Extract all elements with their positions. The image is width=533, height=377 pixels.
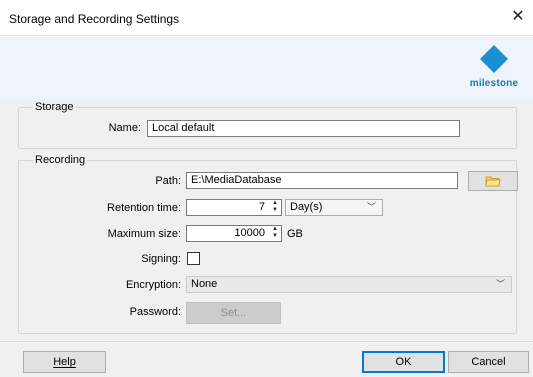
encryption-value: None — [191, 278, 218, 290]
maximum-size-spin-icon[interactable]: ▲ ▼ — [269, 226, 281, 241]
set-password-button[interactable]: Set... — [186, 302, 281, 324]
retention-unit-select[interactable]: Day(s) ﹀ — [285, 199, 383, 216]
milestone-diamond-icon — [480, 45, 508, 73]
signing-label: Signing: — [141, 253, 181, 265]
retention-time-label: Retention time: — [107, 202, 181, 214]
help-button-label: Help — [53, 356, 76, 368]
name-input[interactable]: Local default — [147, 120, 460, 137]
encryption-select[interactable]: None ﹀ — [186, 276, 512, 293]
signing-checkbox[interactable] — [187, 252, 200, 265]
storage-group: Storage Name: Local default — [18, 101, 517, 149]
help-button[interactable]: Help — [23, 351, 106, 373]
header-banner: milestone — [0, 35, 533, 100]
window-title: Storage and Recording Settings — [9, 12, 180, 26]
browse-button[interactable] — [468, 171, 518, 191]
close-icon[interactable]: ✕ — [509, 7, 527, 27]
maximum-size-label: Maximum size: — [107, 228, 181, 240]
path-label: Path: — [155, 175, 181, 187]
chevron-down-icon: ﹀ — [495, 279, 505, 289]
folder-icon — [485, 176, 501, 187]
name-label: Name: — [108, 122, 141, 134]
cancel-button[interactable]: Cancel — [448, 351, 529, 373]
logo-text: milestone — [469, 78, 519, 89]
recording-group: Recording Path: E:\MediaDatabase Retenti… — [18, 154, 518, 334]
maximum-size-value: 10000 — [234, 227, 265, 239]
milestone-logo: milestone — [466, 44, 522, 90]
ok-button[interactable]: OK — [362, 351, 445, 373]
maximum-size-unit: GB — [287, 228, 303, 240]
retention-spin-icon[interactable]: ▲ ▼ — [269, 200, 281, 215]
password-label: Password: — [129, 306, 181, 318]
storage-group-label: Storage — [33, 101, 76, 113]
maximum-size-input[interactable]: 10000 ▲ ▼ — [186, 225, 282, 242]
dialog-footer: Help OK Cancel — [0, 341, 533, 377]
retention-unit-value: Day(s) — [290, 201, 323, 213]
chevron-down-icon: ﹀ — [366, 202, 376, 212]
recording-group-label: Recording — [33, 154, 88, 166]
retention-time-input[interactable]: 7 ▲ ▼ — [186, 199, 282, 216]
dialog-content: Storage Name: Local default Recording Pa… — [0, 99, 533, 341]
encryption-label: Encryption: — [125, 279, 181, 291]
path-input[interactable]: E:\MediaDatabase — [186, 172, 458, 189]
retention-time-value: 7 — [258, 201, 265, 213]
title-bar: Storage and Recording Settings ✕ — [0, 0, 533, 35]
